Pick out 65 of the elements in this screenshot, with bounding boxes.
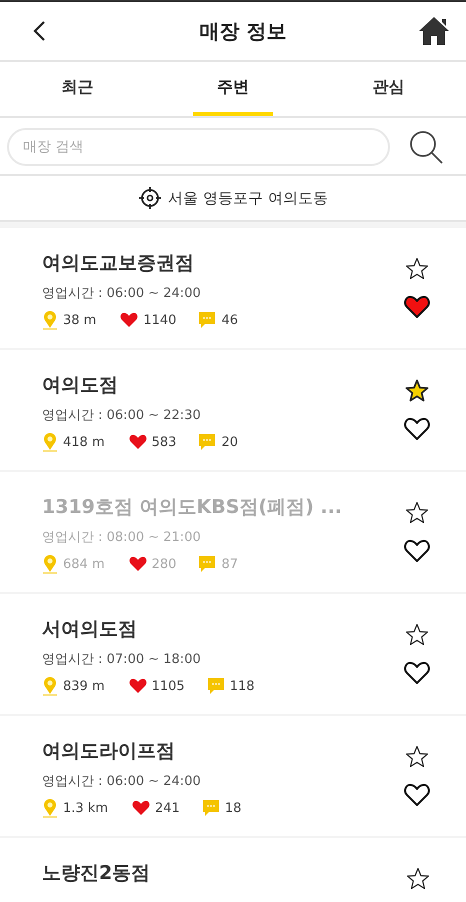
star-button[interactable]: [405, 745, 429, 769]
review-count: 87: [221, 556, 238, 572]
store-name: 여의도점: [42, 373, 119, 398]
star-button[interactable]: [405, 257, 429, 281]
location-pin-icon: [42, 554, 58, 574]
business-hours: 영업시간 : 08:00 ~ 21:00: [42, 529, 202, 546]
distance: 38 m: [63, 312, 96, 328]
star-button[interactable]: [406, 867, 430, 891]
search-button[interactable]: [408, 129, 444, 165]
page-title: 매장 정보: [200, 18, 286, 44]
like-count: 280: [152, 556, 176, 572]
star-button[interactable]: [405, 379, 429, 403]
store-card[interactable]: 여의도라이프점 영업시간 : 06:00 ~ 24:00 1.3 km 241 18: [0, 716, 466, 836]
tab[interactable]: 관심: [348, 62, 428, 116]
store-name: 여의도라이프점: [42, 739, 176, 764]
chat-bubble-icon: [198, 555, 216, 573]
location-pin-icon: [42, 310, 58, 330]
search-field[interactable]: 매장 검색: [7, 128, 390, 166]
heart-icon: [120, 312, 138, 328]
review-count: 20: [221, 434, 238, 450]
heart-icon: [128, 434, 147, 450]
location-pin-icon: [42, 432, 58, 452]
chat-bubble-icon: [198, 433, 216, 451]
like-count: 241: [155, 800, 180, 816]
review-count: 18: [224, 800, 242, 816]
business-hours: 영업시간 : 06:00 ~ 24:00: [42, 773, 202, 790]
store-name: 노량진2동점: [42, 861, 150, 886]
location-pin-icon: [42, 798, 58, 818]
like-count: 1140: [143, 312, 176, 328]
like-button[interactable]: [404, 539, 430, 563]
distance: 839 m: [63, 678, 105, 694]
chat-bubble-icon: [202, 799, 220, 817]
crosshair-icon: [138, 186, 162, 210]
tab[interactable]: 최근: [38, 62, 118, 116]
like-count: 1105: [152, 678, 185, 694]
review-count: 46: [221, 312, 238, 328]
home-button[interactable]: [418, 16, 450, 46]
store-card[interactable]: 서여의도점 영업시간 : 07:00 ~ 18:00 839 m 1105 118: [0, 594, 466, 714]
review-count: 118: [230, 678, 255, 694]
heart-icon: [128, 556, 147, 572]
heart-icon: [128, 678, 147, 694]
like-button[interactable]: [404, 295, 430, 319]
store-card[interactable]: 여의도점 영업시간 : 06:00 ~ 22:30 418 m 583 20: [0, 350, 466, 470]
store-name: 1319호점 여의도KBS점(폐점) ...: [42, 495, 342, 520]
distance: 1.3 km: [63, 800, 108, 816]
store-name: 서여의도점: [42, 617, 138, 642]
star-button[interactable]: [405, 623, 429, 647]
store-card[interactable]: 여의도교보증권점 영업시간 : 06:00 ~ 24:00 38 m 1140 46: [0, 228, 466, 348]
chat-bubble-icon: [206, 677, 225, 695]
business-hours: 영업시간 : 06:00 ~ 22:30: [42, 407, 202, 424]
back-button[interactable]: [32, 20, 48, 42]
chat-bubble-icon: [198, 311, 216, 329]
distance: 418 m: [63, 434, 105, 450]
location-pin-icon: [42, 676, 58, 696]
store-name: 여의도교보증권점: [42, 251, 195, 276]
like-button[interactable]: [404, 417, 430, 441]
star-button[interactable]: [405, 501, 429, 525]
store-card[interactable]: 노량진2동점: [0, 838, 466, 902]
distance: 684 m: [63, 556, 105, 572]
like-button[interactable]: [404, 661, 430, 685]
like-button[interactable]: [404, 783, 430, 807]
business-hours: 영업시간 : 07:00 ~ 18:00: [42, 651, 202, 668]
heart-icon: [132, 800, 150, 816]
business-hours: 영업시간 : 06:00 ~ 24:00: [42, 285, 202, 302]
like-count: 583: [152, 434, 176, 450]
